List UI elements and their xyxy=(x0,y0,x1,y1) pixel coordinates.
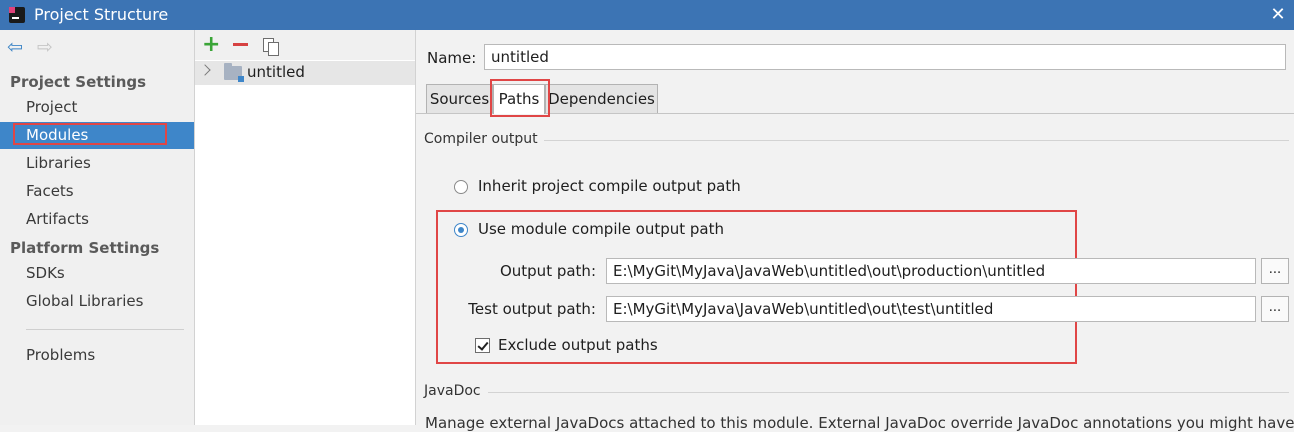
javadoc-description: Manage external JavaDocs attached to thi… xyxy=(425,414,1294,432)
sidebar-item-libraries[interactable]: Libraries xyxy=(0,150,194,177)
remove-icon[interactable] xyxy=(233,43,248,46)
settings-sidebar: ⇦ ⇨ Project Settings Project Modules Lib… xyxy=(0,30,195,425)
module-settings-panel: Name: untitled Sources Paths Dependencie… xyxy=(416,30,1294,432)
sidebar-item-artifacts[interactable]: Artifacts xyxy=(0,206,194,233)
back-arrow-icon[interactable]: ⇦ xyxy=(7,38,25,57)
paths-tab-highlight-box xyxy=(490,79,550,117)
tab-dependencies[interactable]: Dependencies xyxy=(545,84,658,113)
title-bar: Project Structure ✕ xyxy=(0,0,1294,30)
name-label: Name: xyxy=(427,49,477,67)
tree-item-untitled[interactable]: untitled xyxy=(195,61,415,85)
sidebar-item-global-libraries[interactable]: Global Libraries xyxy=(0,288,194,315)
module-tree-panel: + untitled xyxy=(195,30,416,425)
close-icon[interactable]: ✕ xyxy=(1266,3,1290,27)
output-path-browse-button[interactable]: ... xyxy=(1261,258,1289,284)
platform-settings-heading: Platform Settings xyxy=(10,239,160,257)
sidebar-item-facets[interactable]: Facets xyxy=(0,178,194,205)
sidebar-item-sdks[interactable]: SDKs xyxy=(0,260,194,287)
exclude-output-paths-checkbox[interactable] xyxy=(475,338,490,353)
project-settings-heading: Project Settings xyxy=(10,73,147,91)
inherit-output-label: Inherit project compile output path xyxy=(478,177,741,195)
modules-highlight-box xyxy=(13,123,167,145)
javadoc-section-title: JavaDoc xyxy=(424,383,481,399)
module-name-input[interactable]: untitled xyxy=(484,44,1286,70)
tree-item-label: untitled xyxy=(247,63,305,81)
test-output-path-label: Test output path: xyxy=(468,300,596,318)
section-divider xyxy=(488,392,1289,393)
use-module-output-radio[interactable] xyxy=(454,223,468,237)
module-toolbar: + xyxy=(195,30,415,60)
copy-icon[interactable] xyxy=(263,38,279,56)
intellij-app-icon xyxy=(9,7,25,23)
exclude-output-paths-label: Exclude output paths xyxy=(498,336,658,354)
chevron-right-icon[interactable] xyxy=(199,64,211,76)
tab-sources[interactable]: Sources xyxy=(426,84,493,113)
sidebar-item-project[interactable]: Project xyxy=(0,94,194,121)
add-icon[interactable]: + xyxy=(202,33,220,57)
use-module-output-label: Use module compile output path xyxy=(478,220,725,238)
test-output-path-input[interactable]: E:\MyGit\MyJava\JavaWeb\untitled\out\tes… xyxy=(606,296,1256,322)
output-path-label: Output path: xyxy=(499,262,596,280)
output-path-input[interactable]: E:\MyGit\MyJava\JavaWeb\untitled\out\pro… xyxy=(606,258,1256,284)
compiler-output-section-title: Compiler output xyxy=(424,131,538,147)
section-divider xyxy=(544,140,1289,141)
sidebar-item-problems[interactable]: Problems xyxy=(0,342,194,369)
window-title: Project Structure xyxy=(34,5,169,24)
test-output-path-browse-button[interactable]: ... xyxy=(1261,296,1289,322)
inherit-output-radio[interactable] xyxy=(454,180,468,194)
forward-arrow-icon[interactable]: ⇨ xyxy=(37,38,55,57)
module-folder-icon xyxy=(224,63,244,82)
sidebar-divider xyxy=(26,329,184,330)
